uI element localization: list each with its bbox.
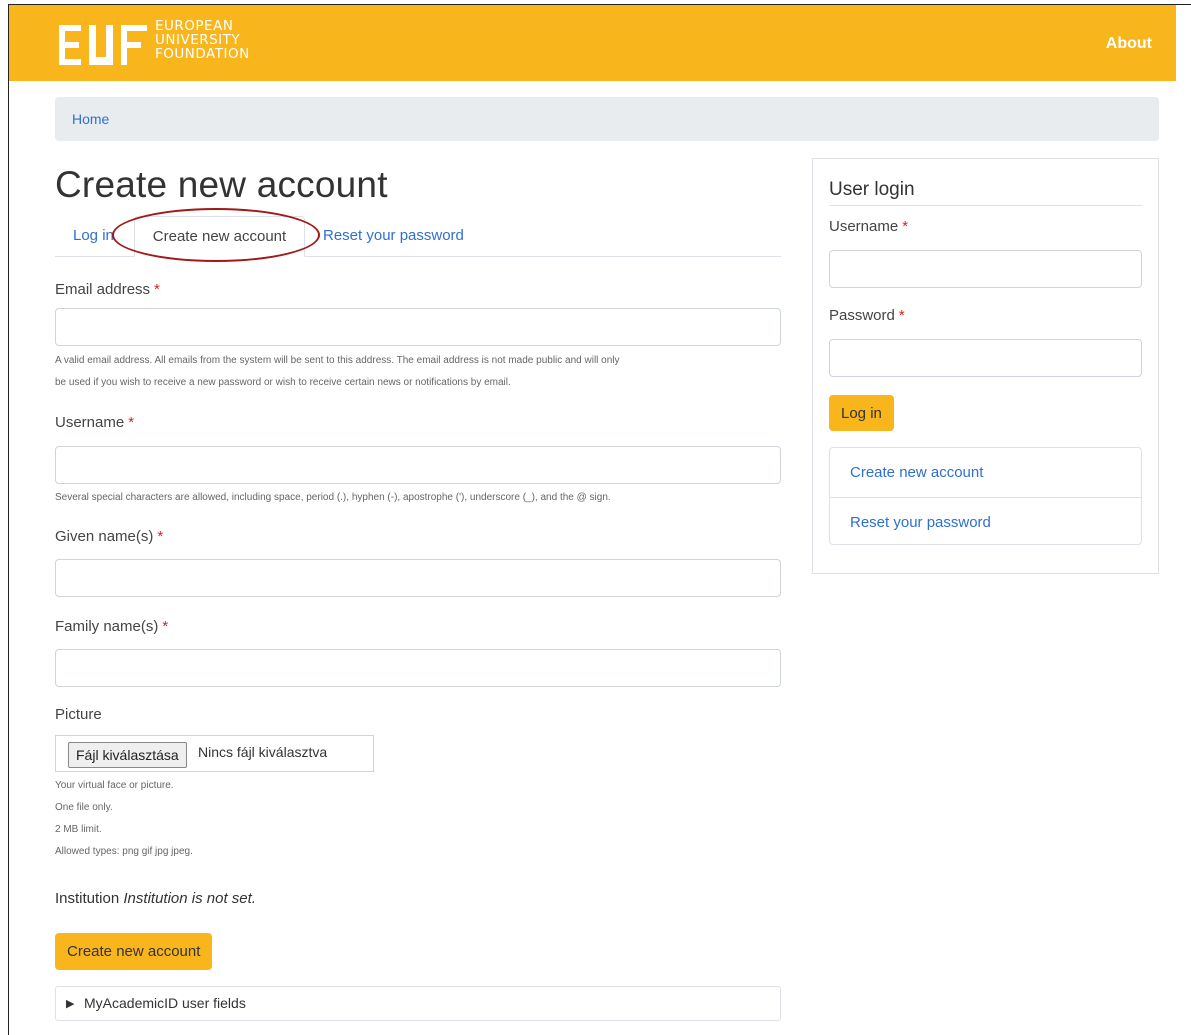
breadcrumb: Home xyxy=(55,97,1159,141)
given-name-field[interactable] xyxy=(55,559,781,597)
euf-logo-icon[interactable] xyxy=(59,17,147,73)
logo-line-3: FOUNDATION xyxy=(155,46,250,62)
login-button[interactable]: Log in xyxy=(829,395,894,431)
username-field[interactable] xyxy=(55,446,781,484)
nav-about-link[interactable]: About xyxy=(1106,35,1152,53)
create-new-account-link[interactable]: Create new account xyxy=(830,448,1141,497)
username-label-text: Username xyxy=(55,414,125,431)
picture-help-line: Allowed types: png gif jpg jpeg. xyxy=(55,846,193,857)
login-username-field[interactable] xyxy=(829,250,1142,288)
divider xyxy=(829,205,1142,206)
details-summary-label: MyAcademicID user fields xyxy=(84,995,246,1011)
user-login-title: User login xyxy=(829,179,915,200)
choose-file-button[interactable]: Fájl kiválasztása xyxy=(68,742,187,768)
login-links-list: Create new account Reset your password xyxy=(829,447,1142,545)
required-asterisk: * xyxy=(902,218,909,235)
breadcrumb-home-link[interactable]: Home xyxy=(72,111,109,127)
page-title: Create new account xyxy=(55,164,388,205)
picture-help-line: One file only. xyxy=(55,802,113,813)
required-asterisk: * xyxy=(898,307,905,324)
login-password-field[interactable] xyxy=(829,339,1142,377)
institution-row: Institution Institution is not set. xyxy=(55,890,256,907)
family-name-label-text: Family name(s) xyxy=(55,618,159,635)
tab-create-new-account[interactable]: Create new account xyxy=(134,216,305,257)
file-status-text: Nincs fájl kiválasztva xyxy=(198,744,328,760)
login-username-label: Username * xyxy=(829,218,908,235)
user-login-block: User login Username * Password * Log in Cr… xyxy=(812,158,1159,574)
account-tabs: Log in Create new account Reset your pas… xyxy=(55,216,781,257)
email-help-text: A valid email address. All emails from t… xyxy=(55,350,785,394)
logo-wordmark: EUROPEAN UNIVERSITY FOUNDATION xyxy=(155,19,250,61)
family-name-field[interactable] xyxy=(55,649,781,687)
required-asterisk: * xyxy=(128,414,135,431)
family-name-label: Family name(s) * xyxy=(55,618,168,635)
email-help-line-1: A valid email address. All emails from t… xyxy=(55,355,620,366)
email-help-line-2: be used if you wish to receive a new pas… xyxy=(55,377,511,388)
login-password-label-text: Password xyxy=(829,307,895,324)
email-label-text: Email address xyxy=(55,281,151,298)
window-edge xyxy=(1183,4,1191,5)
tab-reset-password[interactable]: Reset your password xyxy=(323,216,464,256)
email-label: Email address * xyxy=(55,281,160,298)
username-help-text: Several special characters are allowed, … xyxy=(55,492,611,503)
picture-help-line: 2 MB limit. xyxy=(55,824,102,835)
email-field[interactable] xyxy=(55,308,781,346)
create-account-submit-button[interactable]: Create new account xyxy=(55,933,213,970)
logo-line-1: EUROPEAN xyxy=(155,18,234,34)
institution-value: Institution is not set. xyxy=(123,890,256,907)
picture-label: Picture xyxy=(55,706,102,723)
username-label: Username * xyxy=(55,414,134,431)
expand-triangle-icon: ▶ xyxy=(66,998,75,1010)
required-asterisk: * xyxy=(162,618,169,635)
logo-line-2: UNIVERSITY xyxy=(155,32,241,48)
picture-file-input[interactable]: Fájl kiválasztása Nincs fájl kiválasztva xyxy=(55,735,374,772)
site-header: EUROPEAN UNIVERSITY FOUNDATION About xyxy=(9,5,1176,81)
login-password-label: Password * xyxy=(829,307,905,324)
tab-log-in[interactable]: Log in xyxy=(73,216,114,256)
picture-help-text: Your virtual face or picture. One file o… xyxy=(55,775,785,863)
required-asterisk: * xyxy=(154,281,160,298)
given-name-label-text: Given name(s) xyxy=(55,528,154,545)
reset-password-link[interactable]: Reset your password xyxy=(830,497,1141,546)
required-asterisk: * xyxy=(157,528,164,545)
given-name-label: Given name(s) * xyxy=(55,528,163,545)
picture-help-line: Your virtual face or picture. xyxy=(55,780,174,791)
login-username-label-text: Username xyxy=(829,218,899,235)
institution-label: Institution xyxy=(55,890,120,907)
myacademicid-details[interactable]: ▶ MyAcademicID user fields xyxy=(55,986,781,1021)
